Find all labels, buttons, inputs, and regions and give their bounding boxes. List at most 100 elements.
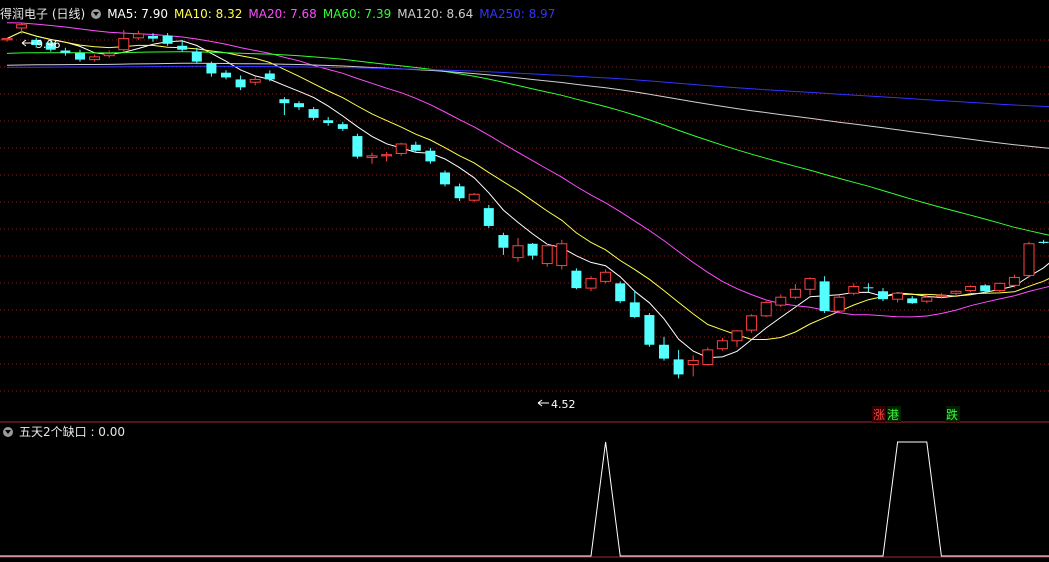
candle	[483, 204, 494, 228]
candle-body	[440, 172, 450, 185]
candle-body	[775, 296, 787, 306]
stock-chart: 9.96 4.52 涨 港 跌	[0, 22, 1049, 558]
candle	[89, 54, 101, 62]
candle-body	[103, 53, 115, 57]
indicator-dropdown-icon[interactable]	[3, 427, 13, 437]
candle	[527, 242, 538, 260]
candle	[60, 47, 71, 56]
candle	[600, 269, 612, 284]
candle-body	[629, 302, 640, 318]
ma10-label: MA10: 8.32	[173, 7, 243, 21]
candle	[323, 117, 334, 126]
candle-body	[132, 33, 144, 39]
candle	[498, 232, 509, 255]
stock-title: 得润电子 (日线)	[0, 7, 86, 21]
candle	[337, 121, 348, 131]
candle-body	[381, 154, 393, 157]
candle-body	[118, 38, 130, 51]
candle	[249, 76, 261, 86]
candle-body	[892, 292, 904, 300]
candle-body	[760, 301, 772, 317]
candle	[819, 276, 830, 314]
candle-body	[571, 270, 582, 289]
candle	[132, 30, 144, 40]
candle-body	[454, 186, 465, 199]
candle-body	[410, 144, 421, 151]
candle-body	[308, 109, 319, 118]
candle	[1, 38, 13, 42]
candle-body	[994, 282, 1006, 291]
candle-body	[848, 286, 860, 294]
ma-line-120	[6, 62, 1049, 149]
candle-body	[366, 155, 378, 158]
candle-body	[1008, 276, 1020, 286]
candle-body	[716, 340, 728, 350]
candle-body	[60, 50, 71, 53]
candle	[440, 170, 450, 187]
moving-average-lines	[6, 22, 1049, 359]
ma120-label: MA120: 8.64	[397, 7, 474, 21]
candle	[352, 133, 363, 159]
candle-body	[935, 294, 947, 297]
candle-body	[644, 315, 655, 345]
candle	[468, 193, 480, 203]
main-chart-header: 得润电子 (日线) MA5: 7.90 MA10: 8.32 MA20: 7.6…	[0, 5, 561, 23]
candle-body	[425, 150, 436, 162]
candle-body	[468, 193, 480, 201]
candle-body	[673, 359, 684, 375]
candle-body	[249, 78, 261, 83]
candle	[235, 75, 246, 91]
candle-body	[659, 344, 669, 359]
candle-body	[702, 349, 714, 366]
candle	[804, 277, 816, 296]
candle	[644, 313, 655, 347]
candle	[965, 285, 977, 293]
ma5-label: MA5: 7.90	[107, 7, 168, 21]
ma-dropdown-icon[interactable]	[91, 9, 102, 19]
candle	[454, 183, 465, 201]
indicator-title: 五天2个缺口 : 0.00	[19, 425, 126, 439]
candle	[687, 355, 699, 377]
candle-body	[541, 245, 553, 265]
candle-body	[221, 72, 231, 78]
candle	[512, 237, 524, 262]
candle	[615, 281, 626, 304]
candle-body	[395, 143, 407, 154]
candle-body	[512, 245, 524, 259]
marker-die: 跌	[946, 407, 958, 422]
high-price-label: 9.96	[36, 38, 61, 51]
candle-body	[731, 330, 743, 342]
candle	[848, 283, 860, 296]
indicator-line	[0, 441, 1049, 557]
candle-body	[191, 51, 202, 62]
candle	[103, 50, 115, 58]
candle-body	[556, 243, 568, 267]
candle-body	[907, 298, 918, 304]
candle	[541, 243, 553, 267]
candle	[294, 101, 304, 110]
candle	[571, 268, 582, 290]
candle	[1023, 241, 1035, 278]
candle	[775, 294, 787, 308]
indicator-header: 五天2个缺口 : 0.00	[0, 423, 131, 441]
candle-body	[162, 35, 173, 44]
candle	[659, 336, 669, 361]
candle	[206, 61, 217, 77]
candle	[191, 47, 202, 64]
candle-body	[921, 296, 933, 302]
candle-body	[746, 315, 758, 331]
marker-gang: 港	[887, 408, 899, 422]
candle-body	[206, 63, 217, 74]
candle	[892, 292, 904, 303]
ma20-label: MA20: 7.68	[248, 7, 317, 21]
candle-body	[687, 360, 699, 366]
candle-body	[337, 124, 348, 129]
candle-body	[600, 271, 612, 282]
candle	[75, 49, 85, 62]
candle-body	[279, 99, 290, 104]
ma250-label: MA250: 8.97	[479, 7, 556, 21]
ma-line-250	[6, 65, 1049, 108]
candle	[731, 330, 743, 347]
low-arrow-icon	[537, 399, 549, 407]
candle-body	[527, 243, 538, 256]
